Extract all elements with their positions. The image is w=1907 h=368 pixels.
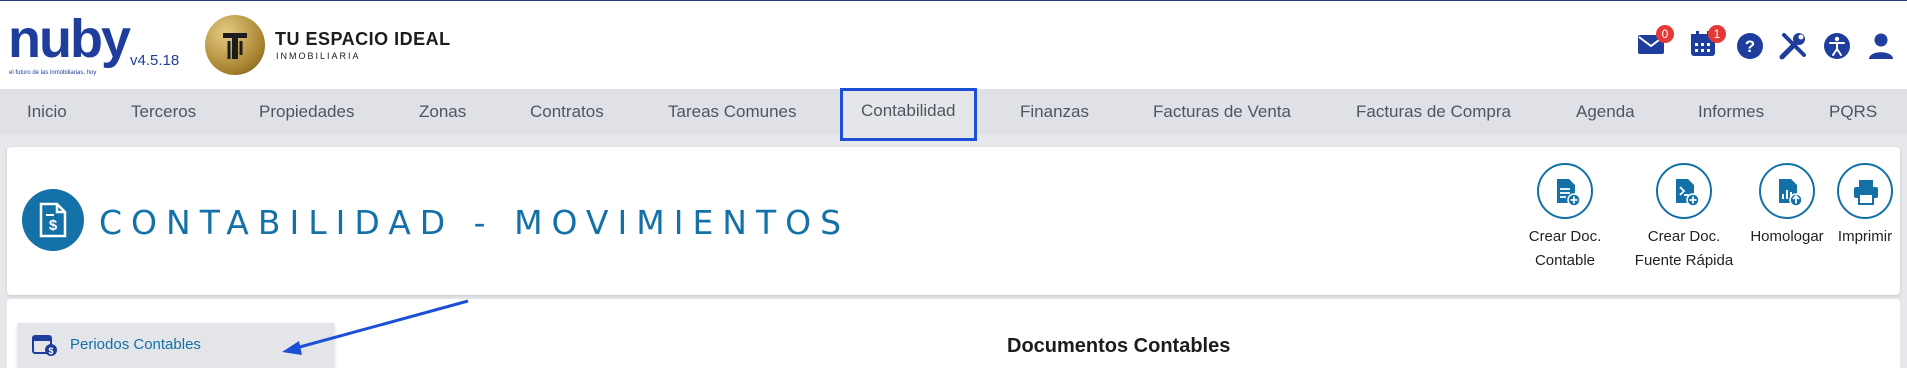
nav-item-contratos[interactable]: Contratos bbox=[530, 89, 604, 134]
action-label: Crear Doc. bbox=[1528, 228, 1602, 245]
action-label: Homologar bbox=[1750, 228, 1824, 245]
nuby-logo[interactable]: nuby v4.5.18 el futuro de las inmobiliar… bbox=[8, 9, 183, 77]
accessibility-icon[interactable] bbox=[1822, 31, 1856, 65]
action-label: Fuente Rápida bbox=[1634, 252, 1734, 269]
file-add-icon bbox=[1557, 179, 1581, 207]
page-title: CONTABILIDAD - MOVIMIENTOS bbox=[99, 203, 851, 242]
mail-icon[interactable]: 0 bbox=[1636, 25, 1674, 63]
nav-item-inicio[interactable]: Inicio bbox=[27, 89, 67, 134]
create-fast-source-doc-button[interactable]: Crear Doc. Fuente Rápida bbox=[1627, 163, 1741, 273]
action-label: Contable bbox=[1534, 252, 1596, 269]
nav-item-finanzas[interactable]: Finanzas bbox=[1020, 89, 1089, 134]
nav-item-propiedades[interactable]: Propiedades bbox=[259, 89, 354, 134]
client-logo: TU ESPACIO IDEAL INMOBILIARIA bbox=[205, 15, 450, 77]
content-card: $ Periodos Contables Documentos Contable… bbox=[7, 299, 1900, 368]
user-icon[interactable] bbox=[1866, 31, 1900, 65]
calendar-badge: 1 bbox=[1708, 25, 1726, 43]
nav-item-agenda[interactable]: Agenda bbox=[1576, 89, 1635, 134]
printer-icon bbox=[1854, 180, 1878, 205]
mail-badge: 0 bbox=[1656, 25, 1674, 43]
nav-item-facturas-venta[interactable]: Facturas de Venta bbox=[1153, 89, 1291, 134]
app-version: v4.5.18 bbox=[130, 52, 180, 69]
invoice-dollar-icon: $ bbox=[22, 189, 84, 251]
help-icon[interactable]: ? bbox=[1735, 31, 1769, 65]
calendar-dollar-icon: $ bbox=[32, 335, 57, 356]
side-item-periodos-contables[interactable]: $ Periodos Contables bbox=[18, 323, 334, 365]
homologate-button[interactable]: Homologar bbox=[1742, 163, 1832, 249]
client-subtitle: INMOBILIARIA bbox=[276, 51, 361, 61]
nav-item-pqrs[interactable]: PQRS bbox=[1829, 89, 1877, 134]
create-accounting-doc-button[interactable]: Crear Doc. Contable bbox=[1525, 163, 1605, 273]
file-add-fast-icon bbox=[1676, 179, 1700, 207]
client-emblem-icon bbox=[205, 15, 265, 75]
page-header-card: $ CONTABILIDAD - MOVIMIENTOS Crear Doc. … bbox=[7, 147, 1900, 295]
action-label: Crear Doc. bbox=[1647, 228, 1721, 245]
tools-icon[interactable] bbox=[1778, 31, 1812, 65]
app-header: nuby v4.5.18 el futuro de las inmobiliar… bbox=[0, 1, 1907, 89]
print-button[interactable]: Imprimir bbox=[1830, 163, 1900, 249]
action-label: Imprimir bbox=[1837, 228, 1893, 245]
side-item-label: Periodos Contables bbox=[70, 336, 201, 353]
brand-tagline: el futuro de las inmobiliarias, hoy bbox=[9, 70, 97, 76]
side-menu: $ Periodos Contables bbox=[18, 323, 334, 368]
svg-text:$: $ bbox=[49, 217, 58, 234]
nav-item-contabilidad[interactable]: Contabilidad bbox=[840, 88, 977, 141]
file-chart-upload-icon bbox=[1779, 179, 1803, 207]
nav-item-tareas-comunes[interactable]: Tareas Comunes bbox=[668, 89, 797, 134]
nav-item-informes[interactable]: Informes bbox=[1698, 89, 1764, 134]
nav-item-zonas[interactable]: Zonas bbox=[419, 89, 466, 134]
client-name: TU ESPACIO IDEAL bbox=[275, 29, 451, 49]
section-title: Documentos Contables bbox=[1007, 335, 1231, 357]
calendar-icon[interactable]: 1 bbox=[1688, 25, 1726, 63]
svg-text:$: $ bbox=[48, 346, 53, 356]
nuby-wordmark: nuby bbox=[8, 9, 131, 69]
svg-text:?: ? bbox=[1745, 37, 1755, 56]
nav-item-terceros[interactable]: Terceros bbox=[131, 89, 196, 134]
main-nav: Inicio Terceros Propiedades Zonas Contra… bbox=[0, 88, 1907, 141]
nav-item-facturas-compra[interactable]: Facturas de Compra bbox=[1356, 89, 1511, 134]
